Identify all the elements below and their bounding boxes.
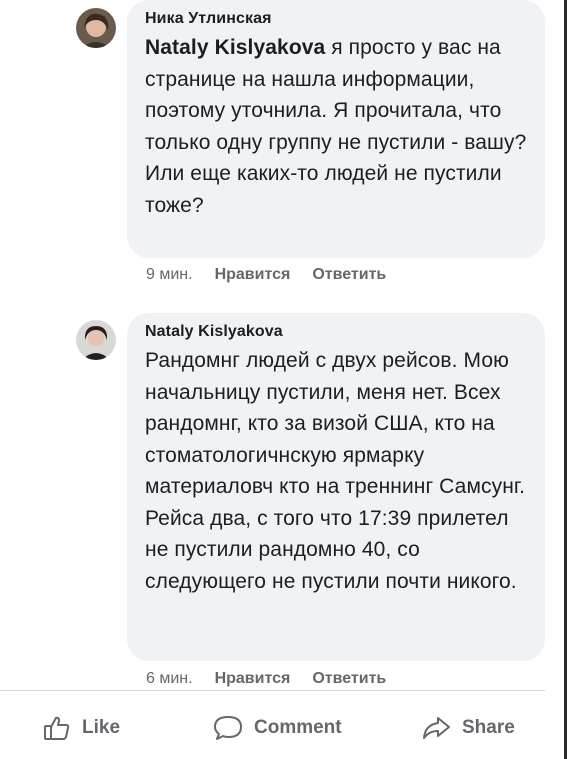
share-button[interactable]: Share [420, 712, 515, 744]
share-arrow-icon [420, 713, 452, 743]
comment-time[interactable]: 9 мин. [146, 266, 193, 284]
avatar-nataly[interactable] [76, 320, 116, 360]
like-comment-link[interactable]: Нравится [215, 670, 291, 688]
reply-comment-link[interactable]: Ответить [312, 670, 386, 688]
thumbs-up-icon [42, 713, 72, 743]
like-label: Like [82, 717, 121, 738]
avatar-nika[interactable] [76, 8, 116, 48]
reply-comment-link[interactable]: Ответить [312, 266, 386, 284]
comment-text: Nataly Kislyakova я просто у вас на стра… [145, 36, 527, 217]
mention-link[interactable]: Nataly Kislyakova [145, 36, 325, 59]
facebook-comments-screen: Ника Утлинская Nataly Kislyakova я прост… [0, 0, 567, 759]
comment-meta: 9 мин. Нравится Ответить [146, 266, 386, 284]
speech-bubble-icon [212, 713, 244, 743]
comment-bubble: Ника Утлинская Nataly Kislyakova я прост… [127, 0, 545, 258]
comment-text: Рандомнг людей с двух рейсов. Мою началь… [145, 349, 526, 593]
post-action-bar: Like Comment Share [0, 704, 545, 752]
share-label: Share [462, 717, 515, 738]
like-comment-link[interactable]: Нравится [215, 266, 291, 284]
comment-bubble: Nataly Kislyakova Рандомнг людей с двух … [127, 313, 545, 661]
like-button[interactable]: Like [42, 712, 120, 744]
divider [0, 690, 545, 691]
comment-meta: 6 мин. Нравится Ответить [146, 670, 386, 688]
comment-button[interactable]: Comment [212, 712, 342, 744]
comment-author[interactable]: Ника Утлинская [145, 10, 527, 28]
comment-time[interactable]: 6 мин. [146, 670, 193, 688]
comment-label: Comment [254, 717, 342, 738]
comment-author[interactable]: Nataly Kislyakova [145, 323, 527, 341]
